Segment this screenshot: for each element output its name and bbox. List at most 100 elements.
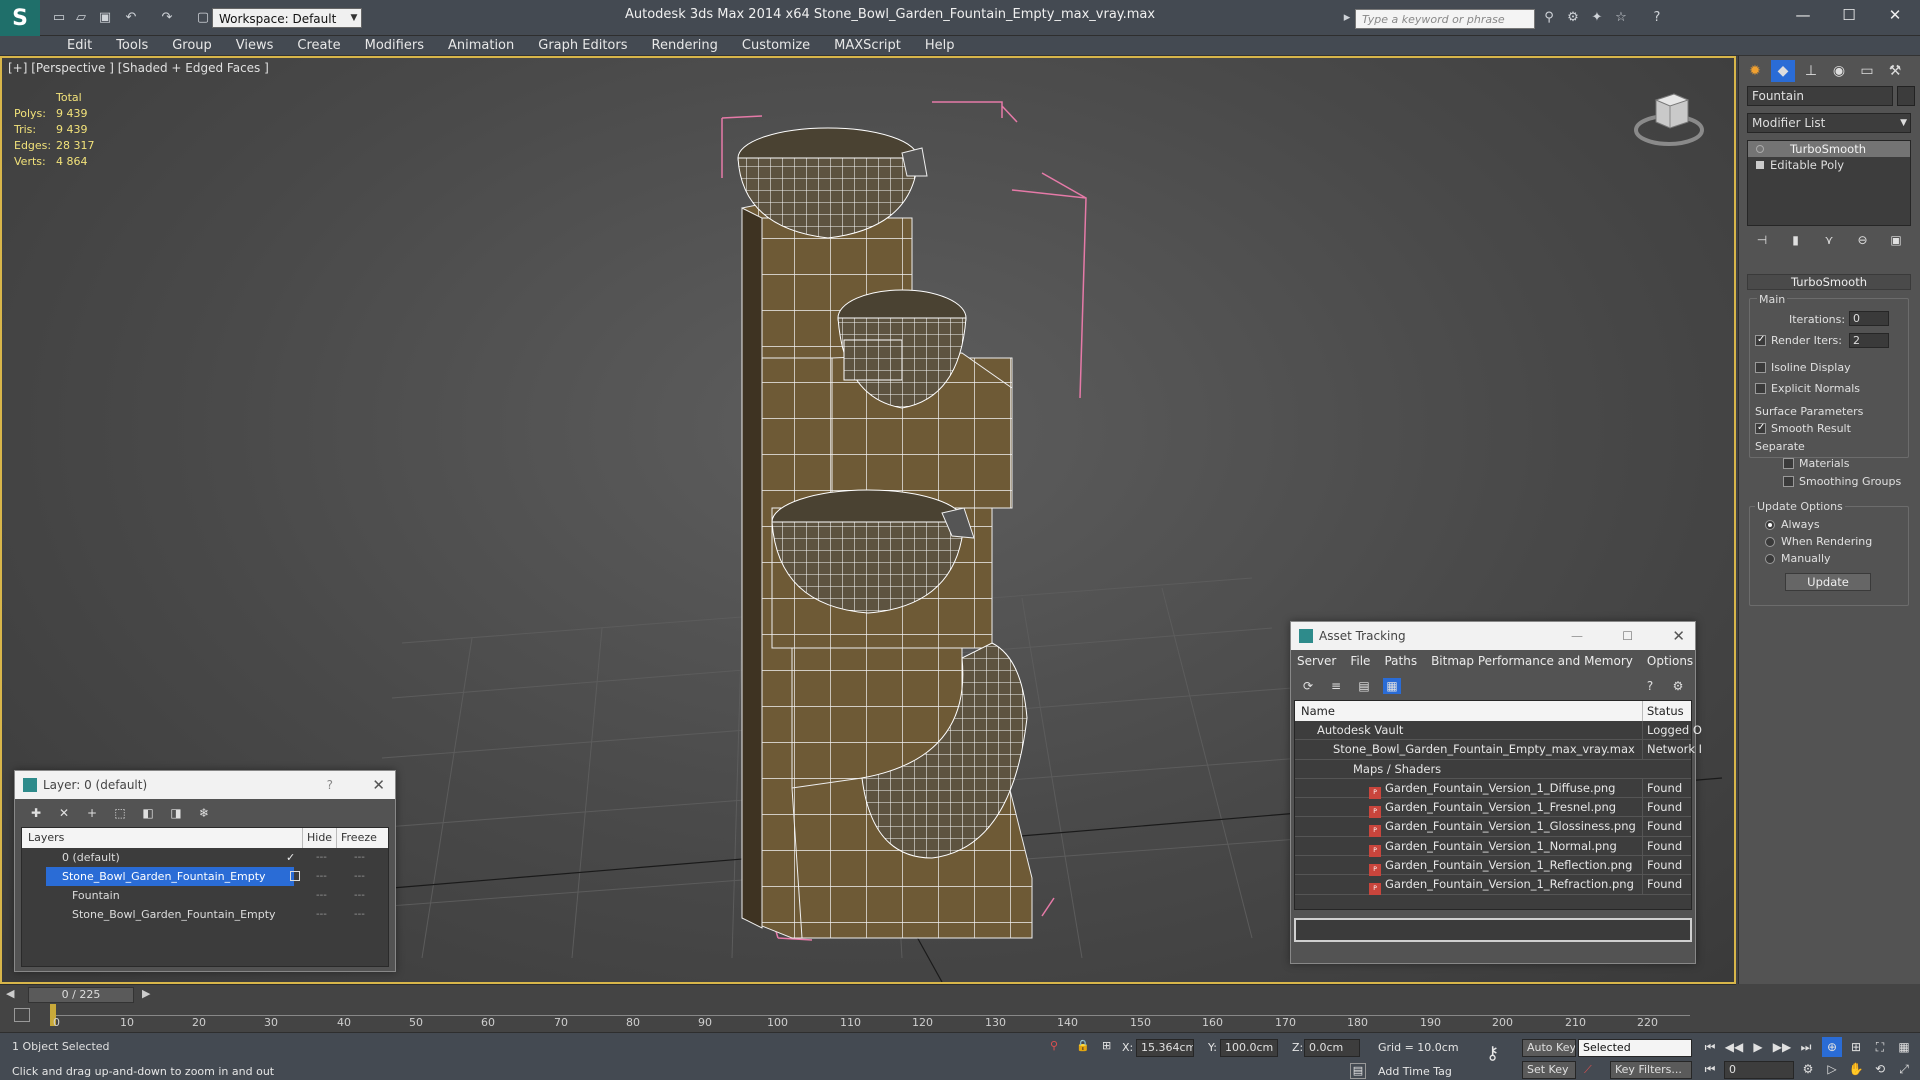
viewcube-icon[interactable] [1634,86,1704,152]
menu-customize[interactable]: Customize [730,38,822,53]
add-to-layer-icon[interactable]: + [83,805,101,821]
absolute-mode-icon[interactable]: ⊞ [1102,1039,1111,1052]
table-row[interactable]: P Garden_Fountain_Version_1_Glossiness.pn… [1295,817,1691,838]
table-row[interactable]: P Garden_Fountain_Version_1_Diffuse.png F… [1295,778,1691,799]
settings-icon[interactable]: ⚙ [1669,678,1687,694]
zoom-all-icon[interactable]: ⊞ [1846,1037,1866,1057]
when-rendering-radio[interactable] [1765,537,1775,547]
close-icon[interactable]: ✕ [372,771,385,799]
bulb-icon[interactable] [1756,145,1764,153]
key-selection-dropdown[interactable]: Selected [1578,1039,1692,1057]
display-tab-icon[interactable]: ▭ [1855,60,1879,82]
layer-row[interactable]: Stone_Bowl_Garden_Fountain_Empty --- --- [22,867,388,886]
select-objects-icon[interactable]: ⬚ [111,805,129,821]
workspace-dropdown[interactable]: Workspace: Default [212,8,362,28]
status-column-header[interactable]: Status [1642,701,1702,721]
next-frame-icon[interactable]: ▶▶ [1772,1037,1792,1057]
binoculars-icon[interactable]: ⚲ [1540,9,1558,27]
y-coordinate-field[interactable]: 100.0cm [1220,1039,1278,1057]
freeze-column-header[interactable]: Freeze [336,828,382,848]
app-logo-button[interactable]: S [0,0,40,36]
menu-group[interactable]: Group [160,38,224,53]
project-folder-icon[interactable]: ▢ [194,9,212,27]
maximize-button[interactable]: ☐ [1826,0,1872,30]
hide-toggle[interactable]: --- [316,867,327,886]
freeze-toggle[interactable]: --- [354,905,365,924]
active-layer-check-icon[interactable]: ✓ [286,848,295,867]
show-end-result-icon[interactable]: ▮ [1787,232,1805,248]
undo-icon[interactable]: ↶ [122,9,140,27]
zoom-icon[interactable]: ⊕ [1822,1037,1842,1057]
redo-icon[interactable]: ↷ [158,9,176,27]
chevron-down-icon[interactable]: ▼ [346,8,362,28]
minimize-icon[interactable]: — [1571,622,1583,650]
create-layer-icon[interactable]: ✚ [27,805,45,821]
menu-rendering[interactable]: Rendering [640,38,730,53]
menu-tools[interactable]: Tools [104,38,160,53]
prev-frame-icon[interactable]: ◀ [6,987,14,1000]
key-icon[interactable]: ⚷ [1486,1043,1499,1064]
favorites-star-icon[interactable]: ☆ [1612,9,1630,27]
iterations-spinner[interactable]: 0 [1849,311,1889,326]
table-view-icon[interactable]: ▤ [1355,678,1373,694]
mini-curve-editor-icon[interactable] [14,1008,30,1022]
render-iters-spinner[interactable]: 2 [1849,333,1889,348]
table-row[interactable]: Maps / Shaders [1295,760,1691,779]
smooth-result-checkbox[interactable] [1755,422,1766,434]
menu-graph-editors[interactable]: Graph Editors [526,38,639,53]
refresh-icon[interactable]: ⟳ [1299,678,1317,694]
stack-item-turbosmooth[interactable]: TurboSmooth [1748,141,1910,157]
object-name-field[interactable]: Fountain [1747,86,1893,106]
menu-edit[interactable]: Edit [55,38,104,53]
lock-selection-icon[interactable]: 🔒 [1076,1039,1090,1052]
remove-modifier-icon[interactable]: ⊖ [1854,232,1872,248]
search-input[interactable]: Type a keyword or phrase [1355,9,1535,29]
subscription-icon[interactable]: ⚙ [1564,9,1582,27]
help-icon[interactable]: ? [327,771,333,799]
zoom-extents-icon[interactable]: ⛶ [1870,1037,1890,1057]
asset-menu-file[interactable]: File [1350,650,1370,672]
turbosmooth-rollout-title[interactable]: TurboSmooth [1747,274,1911,290]
pin-stack-icon[interactable]: ⊣ [1753,232,1771,248]
always-radio[interactable] [1765,520,1775,530]
freeze-toggle[interactable]: --- [354,886,365,905]
isoline-checkbox[interactable] [1755,362,1766,373]
menu-help[interactable]: Help [913,38,967,53]
maximize-icon[interactable]: ☐ [1622,622,1633,650]
hide-all-icon[interactable]: ◨ [167,805,185,821]
previous-frame-icon[interactable]: ◀◀ [1724,1037,1744,1057]
freeze-all-icon[interactable]: ❄ [195,805,213,821]
hide-toggle[interactable]: --- [316,886,327,905]
menu-views[interactable]: Views [224,38,286,53]
layer-object-row[interactable]: Fountain --- --- [22,886,388,905]
table-row[interactable]: P Garden_Fountain_Version_1_Normal.png Fo… [1295,836,1691,857]
close-window-button[interactable]: ✕ [1872,0,1918,30]
set-key-button[interactable]: Set Key [1522,1061,1576,1079]
freeze-toggle[interactable]: --- [354,867,365,886]
menu-create[interactable]: Create [285,38,352,53]
set-keys-icon[interactable]: ⟋ [1584,1063,1592,1077]
make-unique-icon[interactable]: ⋎ [1820,232,1838,248]
layer-row[interactable]: 0 (default) ✓ --- --- [22,848,388,867]
layer-object-row[interactable]: Stone_Bowl_Garden_Fountain_Empty --- --- [22,905,388,924]
modify-tab-icon[interactable]: ◆ [1771,60,1795,82]
menu-maxscript[interactable]: MAXScript [822,38,913,53]
freeze-toggle[interactable]: --- [354,848,365,867]
list-view-icon[interactable]: ≡ [1327,678,1345,694]
current-frame-field[interactable]: 0 [1724,1061,1794,1079]
go-to-start-icon[interactable]: ⏮ [1700,1037,1720,1057]
table-row[interactable]: P Garden_Fountain_Version_1_Reflection.pn… [1295,856,1691,877]
name-column-header[interactable]: Name [1295,704,1335,718]
asset-path-field[interactable] [1294,918,1692,942]
time-slider-thumb[interactable]: 0 / 225 [28,987,134,1003]
x-coordinate-field[interactable]: 15.364cm [1136,1039,1194,1057]
orbit-icon[interactable]: ⟲ [1870,1059,1890,1079]
smoothing-groups-checkbox[interactable] [1783,476,1794,487]
time-configuration-icon[interactable]: ⚙ [1798,1059,1818,1079]
add-time-tag-label[interactable]: Add Time Tag [1378,1065,1452,1078]
configure-sets-icon[interactable]: ▣ [1887,232,1905,248]
new-file-icon[interactable]: ▭ [50,9,68,27]
expand-search-icon[interactable]: ▸ [1338,9,1356,27]
next-frame-icon[interactable]: ▶ [142,987,150,1000]
pan-view-icon[interactable]: ✋ [1846,1059,1866,1079]
